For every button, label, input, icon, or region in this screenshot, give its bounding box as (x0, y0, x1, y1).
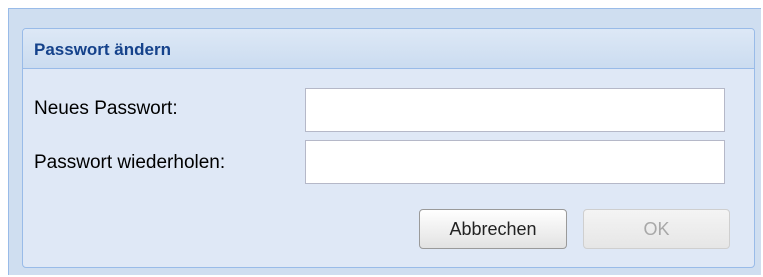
repeat-password-label: Passwort wiederholen: (34, 152, 226, 173)
panel-title: Passwort ändern (34, 40, 171, 59)
cancel-button[interactable]: Abbrechen (419, 209, 567, 249)
change-password-panel: Passwort ändern Neues Passwort: Passwort… (22, 28, 755, 268)
panel-header: Passwort ändern (23, 29, 754, 69)
repeat-password-input[interactable] (305, 140, 725, 184)
ok-button[interactable]: OK (583, 209, 730, 249)
new-password-label: Neues Passwort: (34, 98, 178, 119)
new-password-input[interactable] (305, 88, 725, 132)
